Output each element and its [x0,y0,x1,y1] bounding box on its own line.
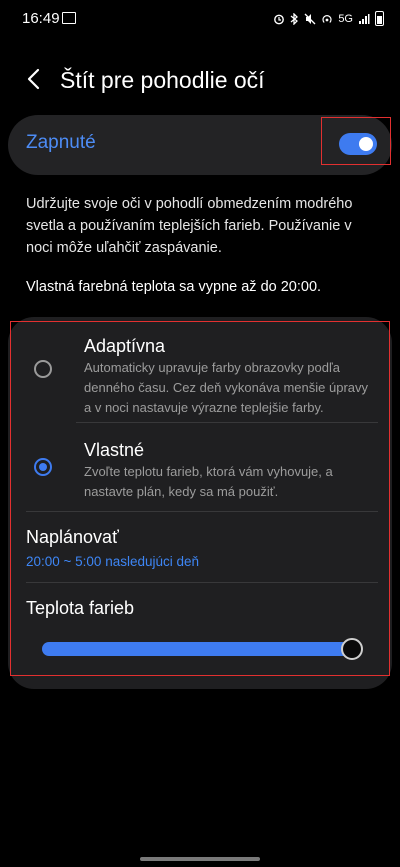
limit-note: Vlastná farebná teplota sa vypne až do 2… [26,279,322,295]
highlight-frame-options [10,321,390,676]
gallery-icon [62,12,76,24]
status-time: 16:49 [22,10,60,27]
battery-icon [375,11,384,26]
signal-icon [359,13,370,24]
master-toggle-label: Zapnuté [26,132,96,153]
hotspot-icon [322,14,332,23]
description-text: Udržujte svoje oči v pohodlí obmedzením … [26,196,353,256]
network-label: 5G [338,12,353,25]
navigation-handle[interactable] [140,857,260,861]
back-arrow-icon[interactable] [20,64,50,94]
status-icons: 5G [273,11,384,26]
mute-icon [304,13,316,24]
status-bar: 16:49 5G [0,0,400,36]
page-title: Štít pre pohodlie očí [60,67,265,93]
master-toggle-switch[interactable] [339,133,377,155]
bluetooth-icon [290,12,299,25]
alarm-icon [274,14,285,24]
header: Štít pre pohodlie očí [0,55,400,105]
switch-knob [359,137,373,151]
